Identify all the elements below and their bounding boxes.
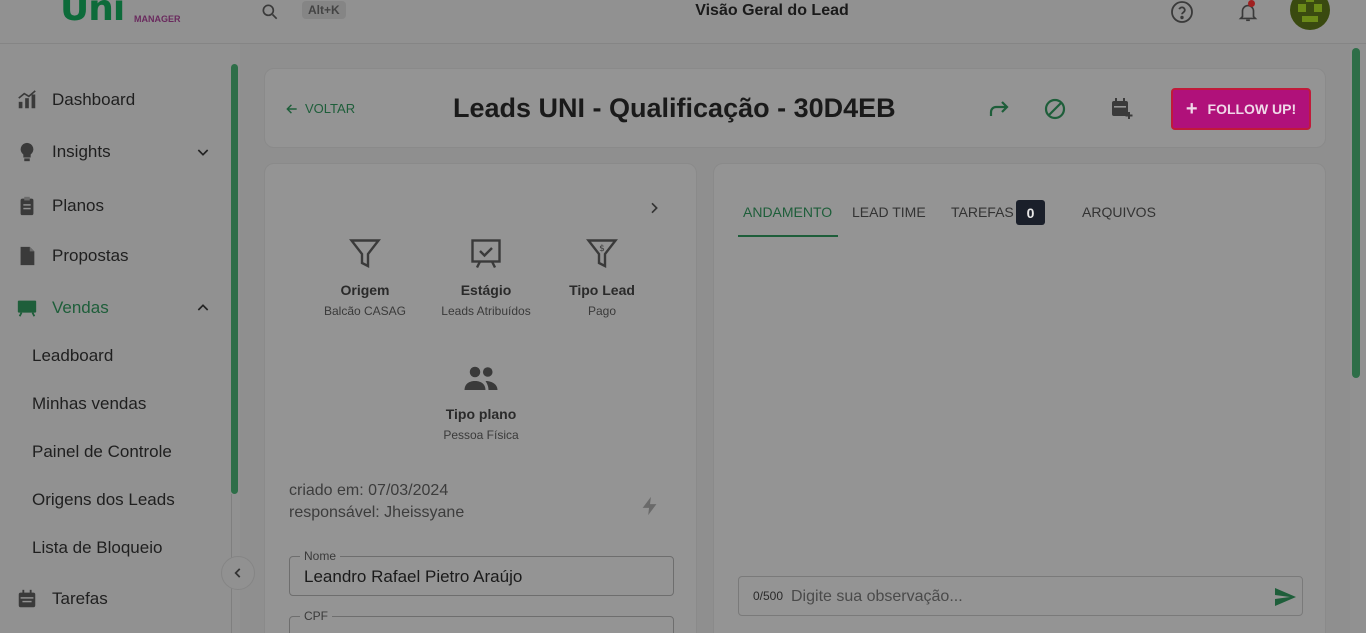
chevron-up-icon <box>197 304 209 311</box>
tab-lead-time[interactable]: LEAD TIME <box>852 204 926 220</box>
sidebar-item-insights[interactable]: Insights <box>0 132 230 172</box>
stat-title: Tipo Lead <box>569 282 635 298</box>
chevron-left-icon <box>234 568 241 578</box>
follow-up-label: FOLLOW UP! <box>1207 101 1297 117</box>
top-bar: Uni MANAGER Alt+K Visão Geral do Lead <box>0 0 1366 44</box>
sidebar-item-propostas[interactable]: Propostas <box>0 236 230 276</box>
sidebar-item-tarefas[interactable]: Tarefas <box>0 579 230 619</box>
sidebar-item-planos[interactable]: Planos <box>0 186 230 226</box>
sidebar-item-label: Vendas <box>52 298 109 317</box>
created-date: criado em: 07/03/2024 <box>289 482 449 499</box>
chevron-right-icon[interactable] <box>646 200 662 216</box>
stat-tipo-plano: Tipo plano Pessoa Física <box>421 360 541 442</box>
sidebar-subitem-lista-de-bloqueio[interactable]: Lista de Bloqueio <box>32 538 162 558</box>
stat-title: Origem <box>340 282 390 298</box>
observation-counter: 0/500 <box>753 589 784 603</box>
stat-title: Estágio <box>460 282 512 298</box>
tab-tarefas[interactable]: TAREFAS <box>951 204 1014 220</box>
stat-value: Leads Atribuídos <box>441 304 531 318</box>
forward-icon[interactable] <box>987 97 1011 121</box>
back-button[interactable]: VOLTAR <box>285 101 355 116</box>
stat-value: Balcão CASAG <box>323 304 407 318</box>
avatar[interactable] <box>1290 0 1330 30</box>
arrow-left-icon <box>286 103 297 114</box>
sidebar-scrollbar[interactable] <box>231 64 238 494</box>
funnel-dollar-icon: $ <box>586 239 618 268</box>
follow-up-button[interactable]: + FOLLOW UP! <box>1171 88 1311 130</box>
page-scrollbar[interactable] <box>1352 48 1360 378</box>
cpf-field[interactable]: CPF <box>289 609 674 633</box>
svg-text:$: $ <box>599 244 605 254</box>
stat-value: Pessoa Física <box>443 428 519 442</box>
sidebar-subitem-minhas-vendas[interactable]: Minhas vendas <box>32 394 146 414</box>
stat-title: Tipo plano <box>445 406 517 422</box>
stat-tipo-lead: $ Tipo Lead Pago <box>542 236 662 318</box>
sidebar-subitem-painel-de-controle[interactable]: Painel de Controle <box>32 442 172 462</box>
plus-icon: + <box>1185 98 1198 120</box>
board-check-icon <box>471 239 501 269</box>
stat-estagio: Estágio Leads Atribuídos <box>426 236 546 318</box>
sidebar-subitem-origens-dos-leads[interactable]: Origens dos Leads <box>32 490 175 510</box>
people-icon <box>464 366 498 390</box>
observation-box: 0/500 <box>738 576 1303 616</box>
collapse-sidebar-button[interactable] <box>221 556 255 590</box>
observation-input[interactable] <box>791 585 1231 609</box>
sidebar-item-label: Tarefas <box>52 589 108 608</box>
calendar-add-icon[interactable] <box>1110 97 1134 121</box>
lead-header: VOLTAR Leads UNI - Qualificação - 30D4EB… <box>264 68 1326 148</box>
funnel-icon <box>349 239 381 268</box>
lead-info-card: Origem Balcão CASAG Estágio Leads Atribu… <box>264 163 697 633</box>
lightbulb-icon <box>20 142 34 162</box>
tasks-count-badge: 0 <box>1016 200 1045 225</box>
cpf-field-label: CPF <box>300 609 332 623</box>
responsible: responsável: Jheissyane <box>289 504 465 521</box>
name-field[interactable]: Nome Leandro Rafael Pietro Araújo <box>289 549 674 596</box>
tab-andamento[interactable]: ANDAMENTO <box>743 204 832 220</box>
stat-value: Pago <box>587 304 617 318</box>
notification-dot <box>1248 0 1255 7</box>
tab-arquivos[interactable]: ARQUIVOS <box>1082 204 1156 220</box>
page-title: Visão Geral do Lead <box>695 2 849 19</box>
lead-title: Leads UNI - Qualificação - 30D4EB <box>453 93 896 123</box>
sidebar-item-dashboard[interactable]: Dashboard <box>0 80 230 120</box>
stat-origem: Origem Balcão CASAG <box>305 236 425 318</box>
clipboard-icon <box>20 196 34 216</box>
sidebar-item-label: Planos <box>52 196 104 215</box>
sidebar-item-vendas[interactable]: Vendas <box>0 288 230 328</box>
name-field-label: Nome <box>300 549 341 563</box>
chevron-down-icon <box>197 149 209 156</box>
calendar-icon <box>18 589 36 608</box>
back-label: VOLTAR <box>305 101 356 116</box>
sidebar-item-label: Insights <box>52 142 111 161</box>
name-field-value: Leandro Rafael Pietro Araújo <box>304 567 523 586</box>
activity-card: ANDAMENTO LEAD TIME TAREFAS 0 ARQUIVOS 0… <box>713 163 1326 633</box>
help-icon[interactable] <box>1170 0 1194 24</box>
sidebar-subitem-leadboard[interactable]: Leadboard <box>32 346 113 366</box>
document-icon <box>20 246 35 266</box>
sidebar-item-label: Dashboard <box>52 90 136 109</box>
send-icon[interactable] <box>1272 585 1298 609</box>
sidebar: Dashboard Insights Planos Propostas Vend… <box>0 44 240 633</box>
chart-icon <box>18 90 36 109</box>
block-icon[interactable] <box>1043 97 1067 121</box>
active-tab-indicator <box>738 235 838 237</box>
presentation-icon <box>17 300 37 317</box>
sidebar-item-label: Propostas <box>52 246 129 265</box>
lightning-icon[interactable] <box>639 494 661 518</box>
